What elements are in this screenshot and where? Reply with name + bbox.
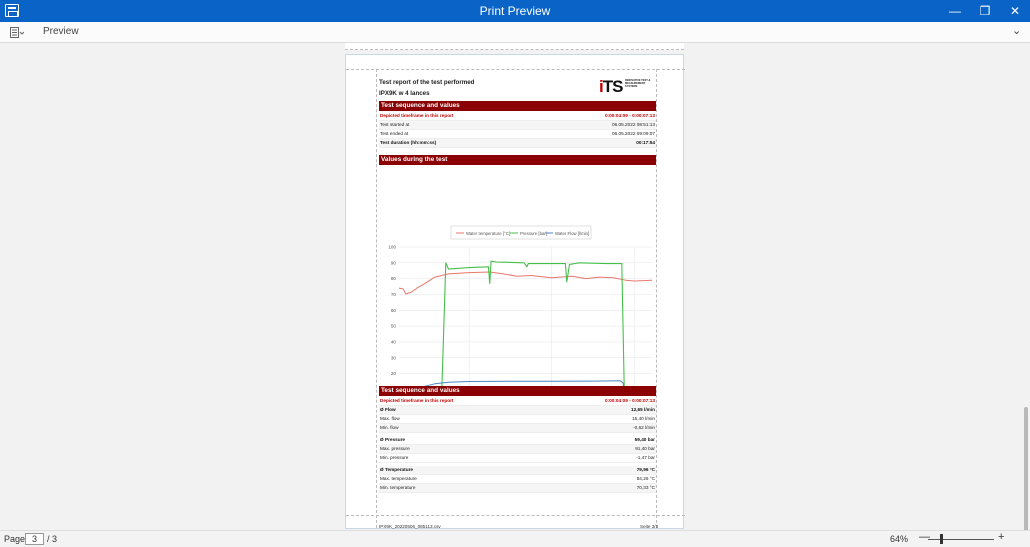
table-row: Test started at 06.05.2022 08:51:13: [379, 121, 656, 130]
report-page: Test report of the test performed IPX9K …: [345, 54, 685, 529]
row-key: Max. flow: [380, 416, 400, 421]
row-value: 91,40 bar: [635, 446, 655, 451]
row-key: Min. temperature: [380, 485, 416, 490]
table-row: Min. pressure -1,47 bar: [379, 454, 656, 463]
row-value: 12,65 l/min: [631, 407, 655, 412]
vertical-scrollbar[interactable]: [1024, 407, 1028, 530]
line-chart: Water temperature [°C] Pressure [bar] Wate…: [388, 225, 653, 393]
table-row: Ø Flow 12,65 l/min: [379, 406, 656, 415]
table-row: Max. pressure 91,40 bar: [379, 445, 656, 454]
row-key: Depicted timeframe in this report: [380, 398, 454, 403]
its-logo: iTS INNOVATIVE TEST & MEASUREMENT SYSTEM…: [599, 77, 657, 97]
y-tick-label: 50: [391, 324, 397, 329]
y-tick-label: 70: [391, 292, 397, 297]
legend-label: Water temperature [°C]: [466, 231, 510, 236]
report-title: Test report of the test performed: [379, 79, 475, 86]
footer-page-number: Seite 3/3: [640, 524, 659, 529]
section-header-sequence: Test sequence and values: [379, 101, 656, 111]
margin-guide-top: [346, 69, 685, 70]
row-value: 00:17:54: [636, 140, 655, 145]
page-number-input[interactable]: 3: [25, 533, 44, 545]
row-value: 79,96 °C: [636, 467, 655, 472]
table-row: Ø Pressure 59,40 bar: [379, 436, 656, 445]
row-value: 0:00:04:09 - 0:00:07:13: [604, 113, 655, 118]
row-value: 06.05.2022 08:51:13: [611, 122, 655, 127]
close-button[interactable]: ✕: [1000, 0, 1030, 22]
logo-tagline: INNOVATIVE TEST & MEASUREMENT SYSTEMS: [625, 79, 651, 89]
table-row: Test duration (hh:mm:ss) 00:17:54: [379, 139, 656, 148]
zoom-level: 64%: [890, 534, 909, 544]
row-key: Max. temperature: [380, 476, 417, 481]
row-value: -1,47 bar: [636, 455, 655, 460]
maximize-button[interactable]: ❐: [970, 0, 1000, 22]
table-row: Depicted timeframe in this report 0:00:04…: [379, 112, 656, 121]
title-bar: Print Preview — ❐ ✕: [0, 0, 1030, 22]
y-tick-label: 20: [391, 371, 397, 376]
row-key: Depicted timeframe in this report: [380, 113, 454, 118]
zoom-slider[interactable]: [928, 539, 994, 540]
table-row: Max. flow 15,40 l/min: [379, 415, 656, 424]
legend-label: Pressure [bar]: [520, 231, 547, 236]
row-key: Ø Flow: [380, 407, 396, 412]
window-title: Print Preview: [479, 4, 551, 18]
row-value: 84,26 °C: [636, 476, 655, 481]
y-tick-label: 90: [391, 260, 397, 265]
report-subtitle: IPX9K w 4 lances: [379, 90, 430, 97]
section-header-values: Values during the test: [379, 155, 656, 165]
previous-page: [345, 43, 684, 50]
page-label: Page:: [4, 534, 28, 544]
y-tick-label: 100: [388, 245, 396, 250]
zoom-out-button[interactable]: —: [919, 531, 930, 543]
status-bar: Page: 3 / 3 64% — +: [0, 530, 1030, 547]
table-row: Min. temperature 70,33 °C: [379, 484, 656, 493]
row-key: Test ended at: [380, 131, 409, 136]
y-tick-label: 40: [391, 340, 397, 345]
table-row: Depicted timeframe in this report 0:00:04…: [379, 397, 656, 406]
logo-mark: iTS: [599, 77, 623, 96]
row-value: 15,40 l/min: [632, 416, 655, 421]
page-list-icon[interactable]: [10, 27, 24, 38]
minimize-button[interactable]: —: [940, 0, 970, 22]
chevron-down-icon[interactable]: ⌄: [1012, 24, 1021, 37]
preview-viewport[interactable]: Test report of the test performed IPX9K …: [0, 43, 1030, 530]
legend-label: Water Flow [l/min]: [555, 231, 589, 236]
row-key: Max. pressure: [380, 446, 410, 451]
section-header-sequence-2: Test sequence and values: [379, 386, 656, 396]
row-key: Test duration (hh:mm:ss): [380, 140, 437, 145]
footer-filename: IPX9K_20220506_085113.csv: [379, 524, 441, 529]
table-row: Test ended at 06.05.2022 09:09:07: [379, 130, 656, 139]
row-value: 06.05.2022 09:09:07: [611, 131, 655, 136]
row-value: 0:00:04:09 - 0:00:07:13: [604, 398, 655, 403]
zoom-slider-thumb[interactable]: [940, 534, 943, 544]
table-row: Min. flow -0,62 l/min: [379, 424, 656, 433]
row-value: 70,33 °C: [636, 485, 655, 490]
y-tick-label: 60: [391, 308, 397, 313]
zoom-in-button[interactable]: +: [998, 531, 1004, 543]
table-row: Ø Temperature 79,96 °C: [379, 466, 656, 475]
y-tick-label: 80: [391, 276, 397, 281]
series-line: [398, 271, 653, 295]
row-key: Min. pressure: [380, 455, 409, 460]
margin-guide-bottom: [346, 515, 685, 516]
row-key: Test started at: [380, 122, 410, 127]
toolbar: Preview ⌄: [0, 22, 1030, 43]
row-key: Ø Pressure: [380, 437, 406, 442]
y-tick-label: 30: [391, 355, 397, 360]
table-row: Max. temperature 84,26 °C: [379, 475, 656, 484]
preview-label: Preview: [43, 26, 79, 37]
row-key: Ø Temperature: [380, 467, 413, 472]
row-value: -0,62 l/min: [633, 425, 655, 430]
row-key: Min. flow: [380, 425, 399, 430]
series-line: [441, 260, 625, 393]
page-total: / 3: [47, 534, 58, 544]
row-value: 59,40 bar: [634, 437, 655, 442]
